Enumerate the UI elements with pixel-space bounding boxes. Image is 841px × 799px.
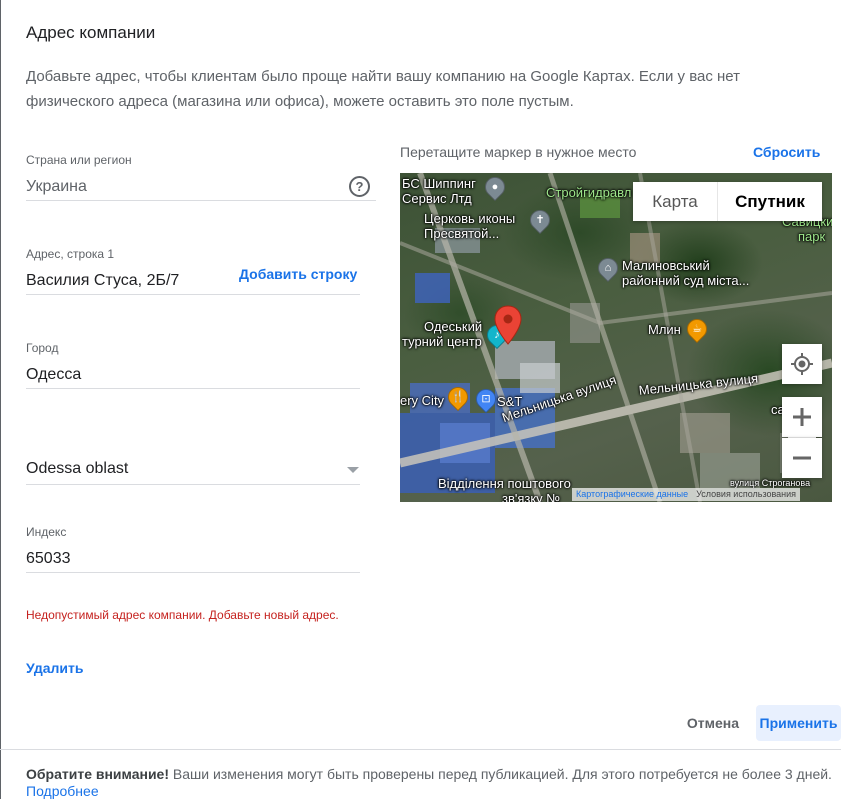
map-label-mlyn: Млин bbox=[648, 322, 681, 337]
map-label-stroygidravlika: Стройгидравл bbox=[546, 185, 632, 200]
region-select[interactable]: Odessa oblast bbox=[26, 459, 360, 485]
map-data-link[interactable]: Картографические данные bbox=[572, 488, 692, 501]
map-label-post: Відділення поштового зв'язку № bbox=[438, 476, 571, 502]
plus-icon bbox=[793, 408, 811, 426]
dialog-title: Адрес компании bbox=[26, 23, 156, 42]
apply-button[interactable]: Применить bbox=[756, 705, 841, 741]
map-label-church: Церковь иконы Пресвятой... bbox=[424, 211, 516, 241]
chevron-down-icon bbox=[347, 467, 359, 473]
address-line1-value: Василия Стуса, 2Б/7 bbox=[26, 272, 180, 289]
postal-code-value: 65033 bbox=[26, 550, 71, 567]
zoom-out-button[interactable] bbox=[782, 438, 822, 478]
add-line-button[interactable]: Добавить строку bbox=[239, 266, 357, 282]
city-value: Одесса bbox=[26, 366, 82, 383]
map-hint: Перетащите маркер в нужное место bbox=[400, 144, 637, 160]
location-marker-icon[interactable] bbox=[494, 305, 522, 345]
minus-icon bbox=[793, 456, 811, 460]
my-location-icon bbox=[791, 353, 813, 375]
zoom-in-button[interactable] bbox=[782, 397, 822, 437]
map-view[interactable]: БС Шиппинг Сервис Лтд ● Стройгидравл Церк… bbox=[400, 173, 832, 502]
city-underline bbox=[26, 388, 360, 389]
footer-note: Обратите внимание! Ваши изменения могут … bbox=[26, 766, 832, 782]
postal-code-underline bbox=[26, 572, 360, 573]
reset-button[interactable]: Сбросить bbox=[753, 144, 820, 160]
city-field[interactable]: Город Одесса bbox=[26, 341, 360, 389]
dialog-description: Добавьте адрес, чтобы клиентам было прощ… bbox=[26, 68, 741, 110]
map-label-culture: Одеський турний центр bbox=[402, 319, 483, 349]
country-field[interactable]: Страна или регион Украина ? bbox=[26, 153, 376, 201]
help-icon[interactable]: ? bbox=[349, 176, 370, 197]
region-value: Odessa oblast bbox=[26, 460, 129, 477]
map-label-shipping: БС Шиппинг Сервис Лтд bbox=[402, 176, 476, 206]
my-location-button[interactable] bbox=[782, 344, 822, 384]
map-label-court: Малиновський районний суд міста... bbox=[622, 258, 750, 288]
address-line1-underline bbox=[26, 294, 360, 295]
city-label: Город bbox=[26, 341, 59, 355]
address-error: Недопустимый адрес компании. Добавьте но… bbox=[26, 608, 339, 622]
postal-code-field[interactable]: Индекс 65033 bbox=[26, 525, 360, 573]
address-line1-label: Адрес, строка 1 bbox=[26, 247, 115, 261]
map-type-map-button[interactable]: Карта bbox=[633, 182, 718, 221]
country-value: Украина bbox=[26, 178, 87, 195]
footer-note-bold: Обратите внимание! bbox=[26, 766, 170, 782]
cancel-button[interactable]: Отмена bbox=[680, 705, 746, 741]
window-edge bbox=[0, 0, 1, 799]
map-attribution: Картографические данные Условия использо… bbox=[572, 488, 801, 501]
learn-more-link[interactable]: Подробнее bbox=[26, 783, 99, 799]
map-label-city: ery City bbox=[400, 393, 445, 408]
delete-button[interactable]: Удалить bbox=[26, 660, 83, 676]
map-type-satellite-button[interactable]: Спутник bbox=[718, 182, 822, 221]
postal-code-label: Индекс bbox=[26, 525, 67, 539]
country-label: Страна или регион bbox=[26, 153, 132, 167]
map-type-switch: Карта Спутник bbox=[633, 182, 822, 221]
footer-divider bbox=[0, 749, 841, 750]
footer-note-text: Ваши изменения могут быть проверены пере… bbox=[169, 766, 832, 782]
map-terms-link[interactable]: Условия использования bbox=[692, 488, 800, 501]
country-underline bbox=[26, 200, 376, 201]
region-underline bbox=[26, 484, 360, 485]
